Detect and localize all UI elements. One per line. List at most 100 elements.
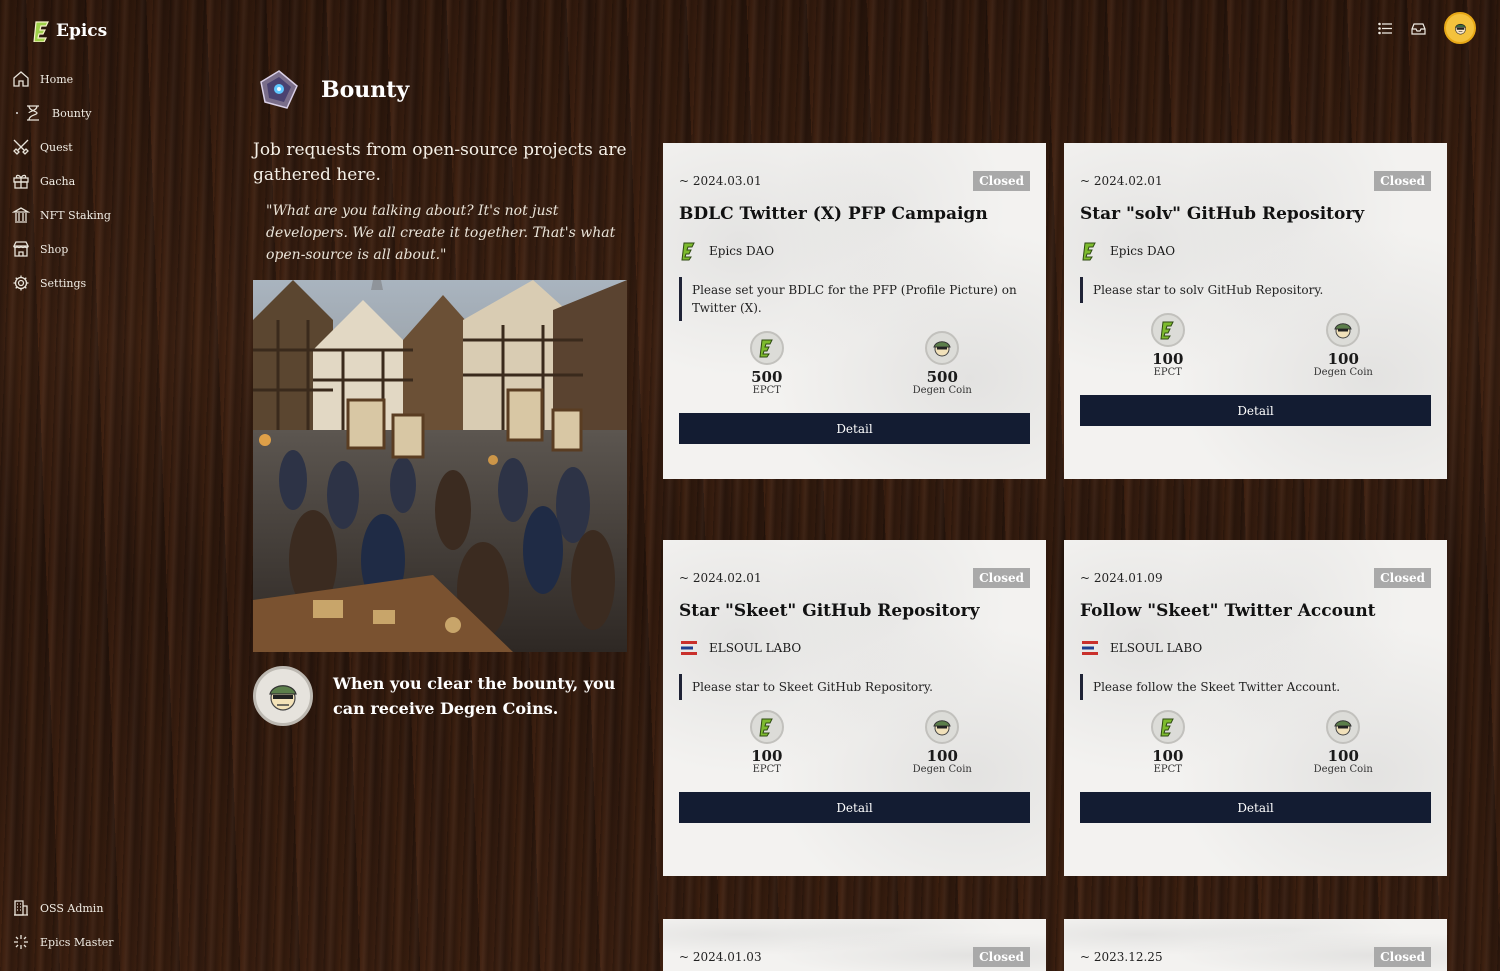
degen-coin-icon	[1334, 720, 1352, 736]
sidebar-nav: Home Bounty Quest Gacha NFT Staking Shop…	[12, 62, 111, 300]
card-rewards: 500 EPCT 500 Degen Coin	[679, 331, 1030, 397]
hero-image-medieval-market	[253, 280, 627, 652]
reward-degen-amount: 500	[926, 368, 958, 386]
reward-degen-amount: 100	[1327, 747, 1359, 765]
sidebar-item-epics-master[interactable]: Epics Master	[12, 925, 114, 959]
status-badge: Closed	[973, 947, 1030, 967]
page-description: Job requests from open-source projects a…	[253, 140, 627, 185]
reward-degen-label: Degen Coin	[1313, 764, 1373, 775]
sidebar-item-gacha[interactable]: Gacha	[12, 164, 111, 198]
card-description: Please set your BDLC for the PFP (Profil…	[679, 277, 1030, 321]
sidebar-item-label: NFT Staking	[40, 208, 111, 222]
sidebar-item-home[interactable]: Home	[12, 62, 111, 96]
card-deadline: ~ 2024.01.03	[679, 950, 762, 964]
reward-epct-amount: 100	[1152, 747, 1184, 765]
sidebar-bottom-nav: OSS Admin Epics Master	[12, 891, 114, 959]
epct-token-icon	[1160, 321, 1174, 340]
hourglass-icon	[27, 105, 39, 121]
status-badge: Closed	[973, 568, 1030, 588]
card-header: ~ 2024.02.01 Closed	[679, 566, 1030, 590]
swords-icon	[13, 139, 29, 155]
sidebar-item-settings[interactable]: Settings	[12, 266, 111, 300]
user-avatar[interactable]	[1444, 12, 1476, 44]
card-description: Please star to Skeet GitHub Repository.	[679, 674, 1030, 700]
status-badge: Closed	[973, 171, 1030, 191]
card-description: Please star to solv GitHub Repository.	[1080, 277, 1431, 303]
card-organization: ELSOUL LABO	[1080, 638, 1431, 658]
reward-epct-amount: 100	[751, 747, 783, 765]
sidebar-item-label: Shop	[40, 242, 69, 256]
card-title: Follow "Skeet" Twitter Account	[1080, 601, 1376, 621]
epct-coin	[749, 710, 784, 744]
reward-note-text: When you clear the bounty, you can recei…	[333, 674, 616, 718]
epct-coin	[749, 331, 784, 365]
card-organization: Epics DAO	[679, 241, 1030, 261]
list-icon[interactable]	[1378, 21, 1393, 36]
building-icon	[14, 900, 28, 916]
bounty-card: ~ 2024.02.01 Closed Star "Skeet" GitHub …	[663, 540, 1046, 876]
detail-button[interactable]: Detail	[679, 792, 1030, 823]
sidebar-item-label: Settings	[40, 276, 87, 290]
degen-coin	[1326, 710, 1361, 744]
bank-icon	[12, 207, 30, 223]
status-badge: Closed	[1374, 171, 1431, 191]
degen-character-icon	[269, 685, 297, 711]
sidebar-item-oss-admin[interactable]: OSS Admin	[12, 891, 114, 925]
organization-name: Epics DAO	[1110, 244, 1176, 258]
sidebar-item-label: Bounty	[52, 106, 92, 120]
page-title: Bounty	[321, 77, 410, 103]
epics-dao-logo-icon	[1082, 242, 1096, 261]
sidebar-item-shop[interactable]: Shop	[12, 232, 111, 266]
status-badge: Closed	[1374, 568, 1431, 588]
card-organization: Epics DAO	[1080, 241, 1431, 261]
reward-epct: 100 EPCT	[722, 710, 812, 776]
reward-degen: 500 Degen Coin	[897, 331, 987, 397]
card-header: ~ 2023.12.25 Closed	[1080, 945, 1431, 969]
degen-coin-icon	[1334, 323, 1352, 339]
reward-epct: 100 EPCT	[1123, 313, 1213, 379]
reward-note: When you clear the bounty, you can recei…	[253, 666, 628, 726]
card-title: Star "solv" GitHub Repository	[1080, 204, 1365, 224]
bounty-card: ~ 2023.12.25 Closed	[1064, 919, 1447, 971]
reward-epct: 500 EPCT	[722, 331, 812, 397]
elsoul-labo-logo-icon	[681, 641, 697, 655]
sparkle-icon	[14, 935, 28, 949]
reward-degen: 100 Degen Coin	[1298, 313, 1388, 379]
organization-name: Epics DAO	[709, 244, 775, 258]
epct-coin	[1150, 313, 1185, 347]
reward-degen-label: Degen Coin	[1313, 367, 1373, 378]
sidebar-item-label: Home	[40, 72, 74, 86]
app-logo[interactable]: Epics	[32, 20, 107, 42]
reward-epct: 100 EPCT	[1123, 710, 1213, 776]
inbox-icon[interactable]	[1411, 21, 1426, 36]
page-quote: "What are you talking about? It's not ju…	[266, 203, 616, 263]
detail-button[interactable]: Detail	[1080, 792, 1431, 823]
degen-coin	[925, 710, 960, 744]
detail-button[interactable]: Detail	[679, 413, 1030, 444]
card-title: Star "Skeet" GitHub Repository	[679, 601, 980, 621]
reward-epct-amount: 500	[751, 368, 783, 386]
reward-epct-label: EPCT	[752, 385, 781, 396]
card-rewards: 100 EPCT 100 Degen Coin	[679, 710, 1030, 776]
degen-coin	[1326, 313, 1361, 347]
organization-name: ELSOUL LABO	[709, 641, 802, 655]
organization-name: ELSOUL LABO	[1110, 641, 1203, 655]
epct-token-icon	[759, 339, 773, 358]
detail-button[interactable]: Detail	[1080, 395, 1431, 426]
card-rewards: 100 EPCT 100 Degen Coin	[1080, 313, 1431, 379]
epics-dao-logo-icon	[681, 242, 695, 261]
card-organization: ELSOUL LABO	[679, 638, 1030, 658]
sidebar-item-quest[interactable]: Quest	[12, 130, 111, 164]
sidebar-item-label: Quest	[40, 140, 73, 154]
home-icon	[13, 71, 29, 87]
bounty-card: ~ 2024.01.03 Closed	[663, 919, 1046, 971]
reward-epct-label: EPCT	[752, 764, 781, 775]
sidebar-item-bounty[interactable]: Bounty	[12, 96, 111, 130]
gear-icon	[13, 275, 29, 291]
sidebar-item-nft-staking[interactable]: NFT Staking	[12, 198, 111, 232]
epct-token-icon	[1160, 718, 1174, 737]
sidebar-item-label: Gacha	[40, 174, 76, 188]
degen-coin-icon	[933, 720, 951, 736]
sidebar: Epics Home Bounty Quest Gacha NFT Stakin…	[0, 0, 220, 971]
epct-token-icon	[759, 718, 773, 737]
